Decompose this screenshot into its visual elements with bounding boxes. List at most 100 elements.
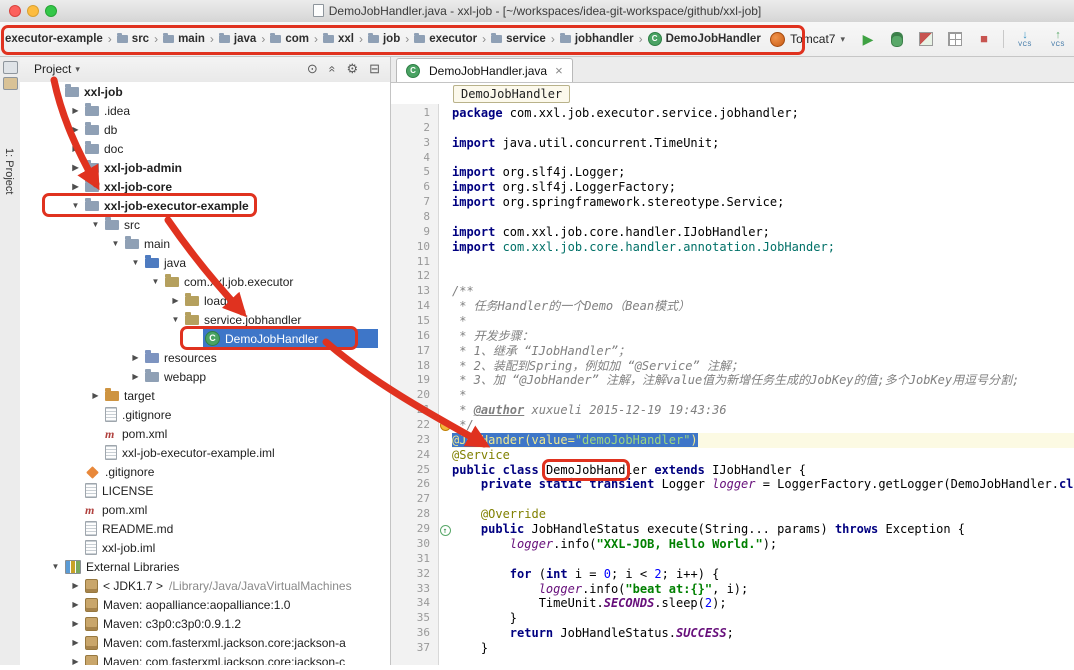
tree-item-pom.xml[interactable]: mpom.xml xyxy=(20,500,390,519)
code-line-36[interactable]: 36 return JobHandleStatus.SUCCESS; xyxy=(391,626,1074,641)
tree-item-Maven: c3p0:c3p0:0.9.1.2[interactable]: ▶Maven: c3p0:c3p0:0.9.1.2 xyxy=(20,614,390,633)
chevron-collapsed-icon[interactable]: ▶ xyxy=(68,144,83,153)
gear-icon[interactable]: ⚙ xyxy=(346,61,358,77)
code-line-35[interactable]: 35 } xyxy=(391,611,1074,626)
chevron-expanded-icon[interactable]: ▼ xyxy=(168,315,183,324)
chevron-collapsed-icon[interactable]: ▶ xyxy=(68,182,83,191)
code-line-31[interactable]: 31 xyxy=(391,552,1074,567)
tree-item-xxl-job.iml[interactable]: xxl-job.iml xyxy=(20,538,390,557)
tree-item-doc[interactable]: ▶doc xyxy=(20,139,390,158)
code-line-28[interactable]: 28 @Override xyxy=(391,507,1074,522)
chevron-expanded-icon[interactable]: ▼ xyxy=(68,201,83,210)
breadcrumb-item-com[interactable]: com xyxy=(267,31,312,47)
code-line-14[interactable]: 14 * 任务Handler的一个Demo（Bean模式） xyxy=(391,299,1074,314)
editor-breadcrumb-chip[interactable]: DemoJobHandler xyxy=(453,85,570,103)
chevron-expanded-icon[interactable]: ▼ xyxy=(128,258,143,267)
code-line-6[interactable]: 6import org.slf4j.LoggerFactory; xyxy=(391,180,1074,195)
code-line-12[interactable]: 12 xyxy=(391,269,1074,284)
stop-button[interactable]: ■ xyxy=(974,29,994,49)
code-line-24[interactable]: 24@Service xyxy=(391,448,1074,463)
breadcrumb-item-jobhandler[interactable]: jobhandler xyxy=(557,31,637,47)
code-line-4[interactable]: 4 xyxy=(391,151,1074,166)
chevron-collapsed-icon[interactable]: ▶ xyxy=(128,353,143,362)
project-tool-icon[interactable] xyxy=(3,77,18,90)
chevron-expanded-icon[interactable]: ▼ xyxy=(48,562,63,571)
hide-panel-icon[interactable]: ⊟ xyxy=(369,61,380,77)
code-line-9[interactable]: 9import com.xxl.job.core.handler.IJobHan… xyxy=(391,225,1074,240)
code-line-26[interactable]: 26 private static transient Logger logge… xyxy=(391,477,1074,492)
dashboard-button[interactable] xyxy=(945,29,965,49)
chevron-expanded-icon[interactable]: ▼ xyxy=(108,239,123,248)
chevron-collapsed-icon[interactable]: ▶ xyxy=(68,600,83,609)
code-line-33[interactable]: 33 logger.info("beat at:{}", i); xyxy=(391,582,1074,597)
run-configuration-select[interactable]: Tomcat7 ▾ xyxy=(766,30,849,49)
tool-window-icon[interactable] xyxy=(3,61,18,74)
editor-tab-DemoJobHandler[interactable]: C DemoJobHandler.java × xyxy=(396,58,573,82)
code-line-1[interactable]: 1package com.xxl.job.executor.service.jo… xyxy=(391,106,1074,121)
debug-button[interactable] xyxy=(887,29,907,49)
vcs-commit-button[interactable]: ↑ VCS xyxy=(1046,30,1070,48)
tree-item-xxl-job[interactable]: ▼xxl-job xyxy=(20,82,390,101)
breadcrumb-item-xxl[interactable]: xxl xyxy=(320,31,357,47)
tree-item-Maven: com.fasterxml.jackson.core:jackson-c[interactable]: ▶Maven: com.fasterxml.jackson.core:jacks… xyxy=(20,652,390,665)
tree-item-Maven: aopalliance:aopalliance:1.0[interactable]: ▶Maven: aopalliance:aopalliance:1.0 xyxy=(20,595,390,614)
tree-item-External Libraries[interactable]: ▼External Libraries xyxy=(20,557,390,576)
code-line-8[interactable]: 8 xyxy=(391,210,1074,225)
tree-item-src[interactable]: ▼src xyxy=(20,215,390,234)
collapse-all-icon[interactable]: « xyxy=(325,66,339,73)
tree-item-xxl-job-core[interactable]: ▶xxl-job-core xyxy=(20,177,390,196)
code-line-34[interactable]: 34 TimeUnit.SECONDS.sleep(2); xyxy=(391,596,1074,611)
code-line-32[interactable]: 32 for (int i = 0; i < 2; i++) { xyxy=(391,567,1074,582)
tree-item-README.md[interactable]: README.md xyxy=(20,519,390,538)
breadcrumb-item-main[interactable]: main xyxy=(160,31,208,47)
chevron-collapsed-icon[interactable]: ▶ xyxy=(68,657,83,665)
breadcrumb-item-java[interactable]: java xyxy=(216,31,259,47)
code-line-2[interactable]: 2 xyxy=(391,121,1074,136)
code-line-25[interactable]: 25public class DemoJobHandler extends IJ… xyxy=(391,463,1074,478)
code-line-15[interactable]: 15 * xyxy=(391,314,1074,329)
chevron-collapsed-icon[interactable]: ▶ xyxy=(88,391,103,400)
tree-item-Maven: com.fasterxml.jackson.core:jackson-a[interactable]: ▶Maven: com.fasterxml.jackson.core:jacks… xyxy=(20,633,390,652)
chevron-collapsed-icon[interactable]: ▶ xyxy=(168,296,183,305)
tree-item-resources[interactable]: ▶resources xyxy=(20,348,390,367)
tree-item-DemoJobHandler[interactable]: CDemoJobHandler xyxy=(20,329,390,348)
breadcrumb-item-executor[interactable]: executor xyxy=(411,31,480,47)
chevron-expanded-icon[interactable]: ▼ xyxy=(88,220,103,229)
code-line-16[interactable]: 16 * 开发步骤： xyxy=(391,329,1074,344)
tree-item-com.xxl.job.executor[interactable]: ▼com.xxl.job.executor xyxy=(20,272,390,291)
code-line-11[interactable]: 11 xyxy=(391,255,1074,270)
code-line-5[interactable]: 5import org.slf4j.Logger; xyxy=(391,165,1074,180)
chevron-collapsed-icon[interactable]: ▶ xyxy=(68,581,83,590)
run-button[interactable]: ▶ xyxy=(858,29,878,49)
breadcrumb-item-service[interactable]: service xyxy=(488,31,549,47)
code-line-13[interactable]: 13/** xyxy=(391,284,1074,299)
tree-item-LICENSE[interactable]: LICENSE xyxy=(20,481,390,500)
code-line-10[interactable]: 10import com.xxl.job.core.handler.annota… xyxy=(391,240,1074,255)
code-line-29[interactable]: 29↑ public JobHandleStatus execute(Strin… xyxy=(391,522,1074,537)
code-line-30[interactable]: 30 logger.info("XXL-JOB, Hello World."); xyxy=(391,537,1074,552)
chevron-collapsed-icon[interactable]: ▶ xyxy=(68,163,83,172)
tree-item-.gitignore[interactable]: .gitignore xyxy=(20,405,390,424)
tree-item-pom.xml[interactable]: mpom.xml xyxy=(20,424,390,443)
code-line-17[interactable]: 17 * 1、继承 “IJobHandler”； xyxy=(391,344,1074,359)
tree-item-service.jobhandler[interactable]: ▼service.jobhandler xyxy=(20,310,390,329)
tree-item-java[interactable]: ▼java xyxy=(20,253,390,272)
code-line-3[interactable]: 3import java.util.concurrent.TimeUnit; xyxy=(391,136,1074,151)
code-line-37[interactable]: 37 } xyxy=(391,641,1074,656)
code-line-7[interactable]: 7import org.springframework.stereotype.S… xyxy=(391,195,1074,210)
code-line-20[interactable]: 20 * xyxy=(391,388,1074,403)
chevron-collapsed-icon[interactable]: ▶ xyxy=(128,372,143,381)
code-editor[interactable]: 1package com.xxl.job.executor.service.jo… xyxy=(391,104,1074,665)
code-line-23[interactable]: 23@JobHander(value="demoJobHandler") xyxy=(391,433,1074,448)
chevron-collapsed-icon[interactable]: ▶ xyxy=(68,638,83,647)
vcs-update-button[interactable]: ↓ VCS xyxy=(1013,30,1037,48)
tree-item-xxl-job-executor-example[interactable]: ▼xxl-job-executor-example xyxy=(20,196,390,215)
tree-item-webapp[interactable]: ▶webapp xyxy=(20,367,390,386)
breadcrumb-item-job[interactable]: job xyxy=(365,31,403,47)
code-line-19[interactable]: 19 * 3、加 “@JobHander” 注解，注解value值为新增任务生成… xyxy=(391,373,1074,388)
chevron-expanded-icon[interactable]: ▼ xyxy=(48,87,63,96)
tree-item-< JDK1.7 >[interactable]: ▶< JDK1.7 >/Library/Java/JavaVirtualMach… xyxy=(20,576,390,595)
code-line-18[interactable]: 18 * 2、装配到Spring，例如加 “@Service” 注解； xyxy=(391,359,1074,374)
breadcrumb-item-executor-example[interactable]: executor-example xyxy=(2,31,106,47)
code-line-27[interactable]: 27 xyxy=(391,492,1074,507)
